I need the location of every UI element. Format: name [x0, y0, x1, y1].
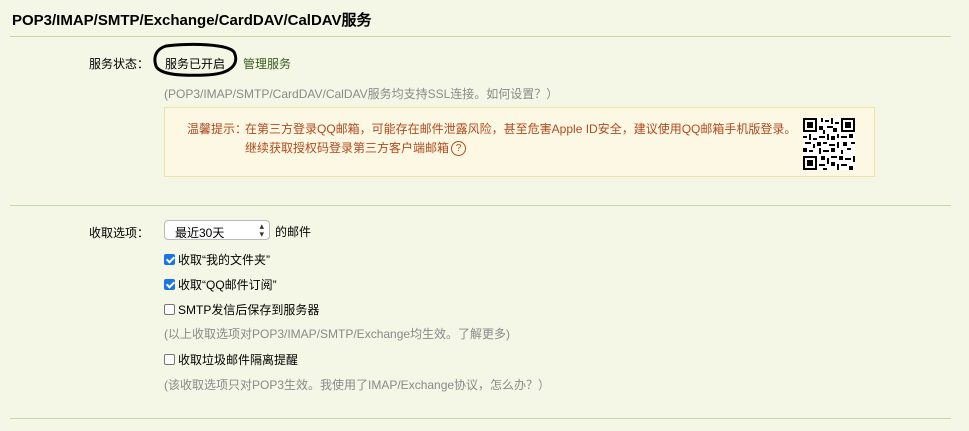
get-auth-code-link[interactable]: 继续获取授权码登录第三方客户端邮箱 — [245, 141, 449, 155]
checkbox-checked[interactable] — [164, 254, 175, 265]
receive-range-select[interactable]: 最近30天 ▴ ▾ — [164, 220, 270, 240]
ssl-hint: (POP3/IMAP/SMTP/CardDAV/CalDAV服务均支持SSL连接… — [164, 87, 559, 101]
checkbox-unchecked[interactable] — [164, 304, 175, 315]
receive-range-value: 最近30天 — [175, 226, 225, 240]
option-smtp-save[interactable]: SMTP发信后保存到服务器 — [164, 301, 319, 318]
service-status-text: 服务已开启 — [165, 57, 226, 71]
section-title: POP3/IMAP/SMTP/Exchange/CardDAV/CalDAV服务 — [12, 12, 372, 29]
option-spam-reminder[interactable]: 收取垃圾邮件隔离提醒 — [164, 351, 298, 368]
option-qq-subscription[interactable]: 收取“QQ邮件订阅” — [164, 276, 277, 293]
header-divider — [10, 36, 951, 37]
bottom-divider — [10, 418, 951, 419]
option-label: 收取“QQ邮件订阅” — [178, 278, 277, 292]
updown-arrow-icon: ▴ ▾ — [259, 221, 264, 239]
service-status-badge: 服务已开启 — [152, 42, 238, 78]
option-my-folders[interactable]: 收取“我的文件夹” — [164, 251, 270, 268]
option-label: 收取“我的文件夹” — [178, 253, 270, 267]
help-icon[interactable]: ? — [451, 141, 467, 157]
receive-options-label: 收取选项： — [89, 226, 150, 240]
qr-code-icon — [803, 118, 855, 170]
warning-text-line1: 在第三方登录QQ邮箱，可能存在邮件泄露风险，甚至危害Apple ID安全，建议使… — [245, 122, 797, 136]
section-divider — [10, 205, 951, 206]
receive-options-hint: (以上收取选项对POP3/IMAP/SMTP/Exchange均生效。了解更多) — [164, 327, 511, 341]
receive-range-suffix: 的邮件 — [275, 225, 312, 239]
warning-label: 温馨提示： — [187, 122, 248, 136]
checkbox-checked[interactable] — [164, 279, 175, 290]
security-warning-box: 温馨提示： 在第三方登录QQ邮箱，可能存在邮件泄露风险，甚至危害Apple ID… — [164, 107, 875, 177]
spam-option-hint: (该收取选项只对POP3生效。我使用了IMAP/Exchange协议，怎么办？） — [164, 378, 551, 392]
checkbox-unchecked[interactable] — [164, 354, 175, 365]
warning-text-line2: 继续获取授权码登录第三方客户端邮箱? — [245, 139, 467, 157]
service-status-label: 服务状态： — [89, 57, 150, 71]
option-label: 收取垃圾邮件隔离提醒 — [178, 353, 299, 367]
manage-service-link[interactable]: 管理服务 — [243, 55, 291, 72]
section-header: POP3/IMAP/SMTP/Exchange/CardDAV/CalDAV服务 — [0, 0, 969, 36]
option-label: SMTP发信后保存到服务器 — [178, 303, 320, 317]
